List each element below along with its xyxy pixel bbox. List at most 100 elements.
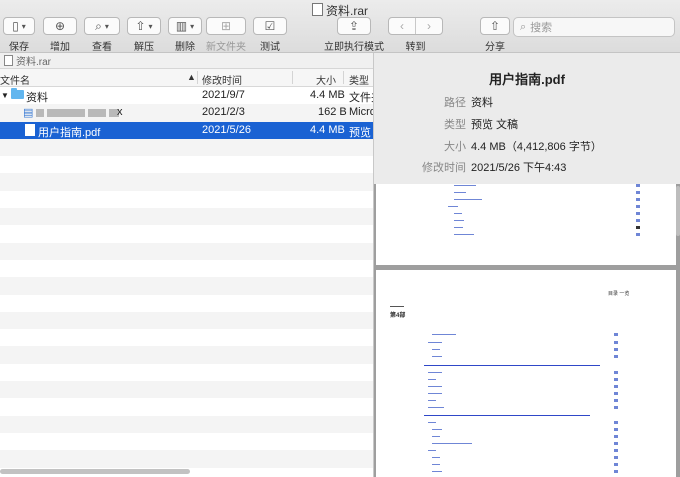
table-row[interactable]: ▼ 资料 2021/9/7 4.4 MB 文件夹 [0, 87, 373, 104]
run-now-button[interactable]: ⇪ [337, 17, 371, 35]
extract-button[interactable]: ⇧ ▾ [127, 17, 161, 35]
disclosure-triangle-icon[interactable]: ▼ [1, 91, 9, 100]
toc-page-num [614, 371, 618, 374]
row-type: 文件夹 [349, 92, 373, 104]
run-now-tool[interactable]: ⇪ 立即执行模式 [324, 17, 384, 53]
horizontal-scrollbar[interactable] [0, 469, 190, 474]
empty-row [0, 277, 373, 295]
share-icon: ⇧ [489, 19, 501, 33]
toolbar: 资料.rar ▯ ▾ 保存 ⊕ 增加 ⌕ ▾ 查看 ⇧ ▾ 解压 ▥ ▾ 删除 ⊞ 新文… [0, 0, 680, 53]
empty-row [0, 295, 373, 312]
toc-line [432, 429, 442, 430]
table-row[interactable]: ▤ x 2021/2/3 162 B Micro [0, 104, 373, 122]
share-button[interactable]: ⇧ [480, 17, 510, 35]
table-row-selected[interactable]: 用户指南.pdf 2021/5/26 4.4 MB 预览 [0, 121, 373, 139]
path-label[interactable]: 资料.rar [16, 53, 51, 68]
save-button[interactable]: ▯ ▾ [3, 17, 35, 35]
info-modified-value: 2021/5/26 下午4:43 [471, 162, 567, 174]
add-label: 增加 [50, 42, 70, 53]
toc-page-num [614, 406, 618, 409]
toc-page-num [614, 442, 618, 445]
empty-row [0, 329, 373, 346]
toc-page-num [614, 378, 618, 381]
toc-page-num [636, 226, 640, 229]
test-tool[interactable]: ☑ 测试 [253, 17, 287, 53]
delete-button[interactable]: ▥ ▾ [168, 17, 202, 35]
info-panel: 用户指南.pdf 路径 资料 类型 预览 文稿 大小 4.4 MB（4,412,… [374, 53, 680, 184]
run-now-label: 立即执行模式 [324, 42, 384, 53]
empty-row [0, 415, 373, 433]
extract-tool[interactable]: ⇧ ▾ 解压 [127, 17, 161, 53]
view-tool[interactable]: ⌕ ▾ 查看 [84, 17, 120, 53]
toc-page-num [636, 205, 640, 208]
pdf-page [376, 184, 676, 265]
pdf-preview[interactable]: 目录 一览 第4部 [374, 184, 680, 477]
page-header: 目录 一览 [608, 291, 630, 297]
toc-page-num [614, 470, 618, 473]
back-arrow-icon[interactable]: ‹ [389, 18, 415, 34]
new-folder-button[interactable]: ⊞ [206, 17, 246, 35]
path-bar: 资料.rar [0, 53, 373, 69]
toc-line [454, 234, 474, 235]
column-type[interactable]: 类型 [349, 72, 369, 87]
row-size: 4.4 MB [310, 123, 345, 136]
extract-label: 解压 [134, 42, 154, 53]
view-button[interactable]: ⌕ ▾ [84, 17, 120, 35]
toc-page-num [614, 348, 618, 351]
word-doc-icon: ▤ [23, 107, 34, 120]
toc-page-num [636, 198, 640, 201]
column-modified[interactable]: 修改时间 [202, 72, 242, 87]
preview-scrollbar[interactable] [676, 186, 680, 236]
goto-tool[interactable]: ‹ › 转到 [388, 17, 443, 53]
toc-line [432, 349, 440, 350]
toc-line [432, 471, 442, 472]
search-placeholder[interactable]: 搜索 [530, 19, 552, 35]
view-label: 查看 [92, 42, 112, 53]
forward-arrow-icon[interactable]: › [415, 18, 442, 34]
toc-page-num [614, 341, 618, 344]
toc-page-num [614, 456, 618, 459]
share-tool[interactable]: ⇧ 分享 [480, 17, 510, 53]
info-size-label: 大小 [444, 141, 466, 153]
add-button[interactable]: ⊕ [43, 17, 77, 35]
empty-row [0, 138, 373, 157]
save-tool[interactable]: ▯ ▾ 保存 [3, 17, 35, 53]
delete-tool[interactable]: ▥ ▾ 删除 [168, 17, 202, 53]
page-rule [390, 306, 404, 307]
new-folder-tool[interactable]: ⊞ 新文件夹 [206, 17, 246, 53]
toc-line [428, 450, 436, 451]
test-button[interactable]: ☑ [253, 17, 287, 35]
run-mode-icon: ⇪ [348, 19, 360, 33]
add-file-icon: ⊕ [54, 19, 66, 33]
row-size: 162 B [318, 106, 347, 119]
list-header: 文件名 ▲ 修改时间 大小 类型 [0, 69, 373, 87]
toc-line [454, 185, 476, 186]
row-type: 预览 [349, 126, 371, 139]
add-tool[interactable]: ⊕ 增加 [43, 17, 77, 53]
empty-row [0, 156, 373, 173]
empty-row [0, 191, 373, 208]
toc-line [432, 457, 440, 458]
toc-line [428, 379, 436, 380]
new-folder-label: 新文件夹 [206, 42, 246, 53]
column-name[interactable]: 文件名 [0, 72, 30, 87]
toc-page-num [636, 184, 640, 187]
toc-line [432, 464, 440, 465]
empty-row [0, 398, 373, 415]
toc-line [454, 213, 462, 214]
nav-segment[interactable]: ‹ › [388, 17, 443, 35]
info-size-value: 4.4 MB（4,412,806 字节） [471, 141, 602, 153]
info-path-value: 资料 [471, 97, 493, 109]
toc-page-num [614, 333, 618, 336]
toc-line [428, 407, 444, 408]
column-size[interactable]: 大小 [316, 72, 336, 87]
toc-line [432, 334, 456, 335]
toc-page-num [614, 399, 618, 402]
test-label: 测试 [260, 42, 280, 53]
save-label: 保存 [9, 42, 29, 53]
toc-page-num [614, 449, 618, 452]
toc-line [454, 199, 482, 200]
archive-icon [4, 55, 13, 66]
goto-label: 转到 [405, 42, 426, 53]
search-field[interactable]: ⌕ 搜索 [513, 17, 675, 37]
